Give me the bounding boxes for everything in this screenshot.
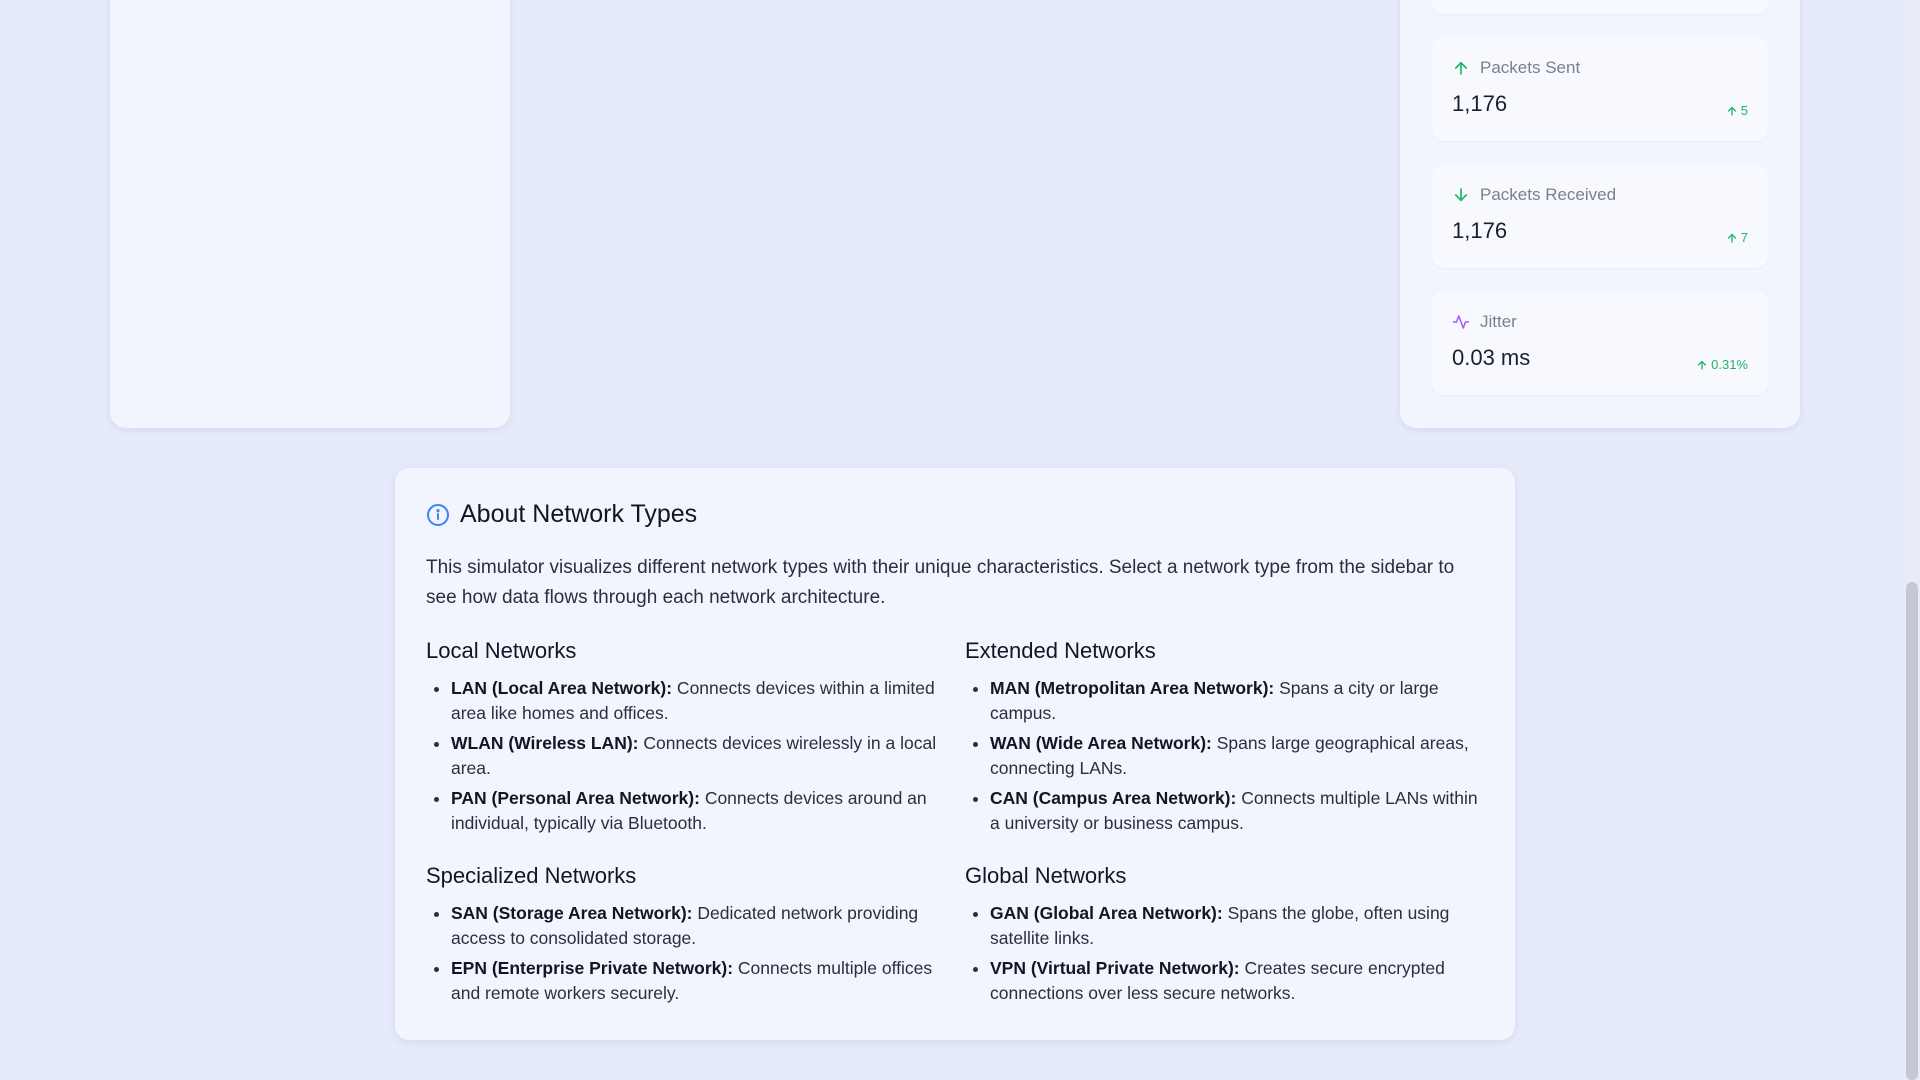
stat-delta: 7 [1726,230,1748,245]
network-term: EPN (Enterprise Private Network): [451,958,734,978]
stat-value: 0.03 ms [1452,345,1531,370]
list-item: CAN (Campus Area Network): Connects mult… [990,786,1485,836]
stat-delta-value: 0.31% [1711,357,1748,372]
section-title: Global Networks [965,863,1127,888]
list-item: MAN (Metropolitan Area Network): Spans a… [990,676,1485,726]
network-term: CAN (Campus Area Network): [990,788,1237,808]
stat-value: 1,176 [1452,91,1508,116]
activity-icon [1452,315,1470,329]
list-item: LAN (Local Area Network): Connects devic… [451,676,946,726]
list-item: WAN (Wide Area Network): Spans large geo… [990,731,1485,781]
arrow-up-icon [1454,61,1468,75]
scrollbar[interactable] [1903,0,1920,1080]
section-local-networks: Local Networks LAN (Local Area Network):… [426,638,946,841]
list-item: WLAN (Wireless LAN): Connects devices wi… [451,731,946,781]
network-term: WLAN (Wireless LAN): [451,733,639,753]
stat-label: Packets Sent [1480,58,1581,77]
scrollbar-thumb[interactable] [1906,582,1918,1080]
stat-delta: 5 [1726,103,1748,118]
arrow-down-icon [1454,188,1468,202]
list-item: PAN (Personal Area Network): Connects de… [451,786,946,836]
section-title: Specialized Networks [426,863,637,888]
network-visualization-panel [110,0,510,428]
network-term: SAN (Storage Area Network): [451,903,693,923]
stat-delta: 0.31% [1696,357,1748,372]
stat-card-previous [1432,0,1768,14]
about-title: About Network Types [460,500,698,528]
stat-label: Packets Received [1480,185,1617,204]
network-term: WAN (Wide Area Network): [990,733,1212,753]
info-icon [427,503,449,526]
stats-panel: Packets Sent 1,176 5 Packets Received 1,… [1400,0,1800,428]
network-term: PAN (Personal Area Network): [451,788,700,808]
trend-up-icon [1727,233,1736,243]
network-term: LAN (Local Area Network): [451,678,673,698]
list-item: VPN (Virtual Private Network): Creates s… [990,956,1485,1006]
about-network-types-card: About Network Types This simulator visua… [395,468,1515,1040]
network-term: MAN (Metropolitan Area Network): [990,678,1275,698]
trend-up-icon [1727,106,1736,116]
stat-card-packets-sent: Packets Sent 1,176 5 [1432,37,1768,141]
stat-card-jitter: Jitter 0.03 ms 0.31% [1432,291,1768,395]
stat-label: Jitter [1480,312,1517,331]
network-term: VPN (Virtual Private Network): [990,958,1240,978]
network-term: GAN (Global Area Network): [990,903,1223,923]
stat-delta-value: 7 [1740,230,1748,245]
trend-up-icon [1697,360,1707,370]
about-header: About Network Types [426,500,697,529]
section-specialized-networks: Specialized Networks SAN (Storage Area N… [426,863,946,1011]
section-global-networks: Global Networks GAN (Global Area Network… [965,863,1485,1011]
list-item: GAN (Global Area Network): Spans the glo… [990,901,1485,951]
list-item: EPN (Enterprise Private Network): Connec… [451,956,946,1006]
about-description: This simulator visualizes different netw… [426,557,1455,608]
section-extended-networks: Extended Networks MAN (Metropolitan Area… [965,638,1485,841]
section-title: Extended Networks [965,638,1156,663]
stat-value: 1,176 [1452,218,1508,243]
section-title: Local Networks [426,638,577,663]
stat-delta-value: 5 [1740,103,1748,118]
stat-card-packets-received: Packets Received 1,176 7 [1432,164,1768,268]
list-item: SAN (Storage Area Network): Dedicated ne… [451,901,946,951]
